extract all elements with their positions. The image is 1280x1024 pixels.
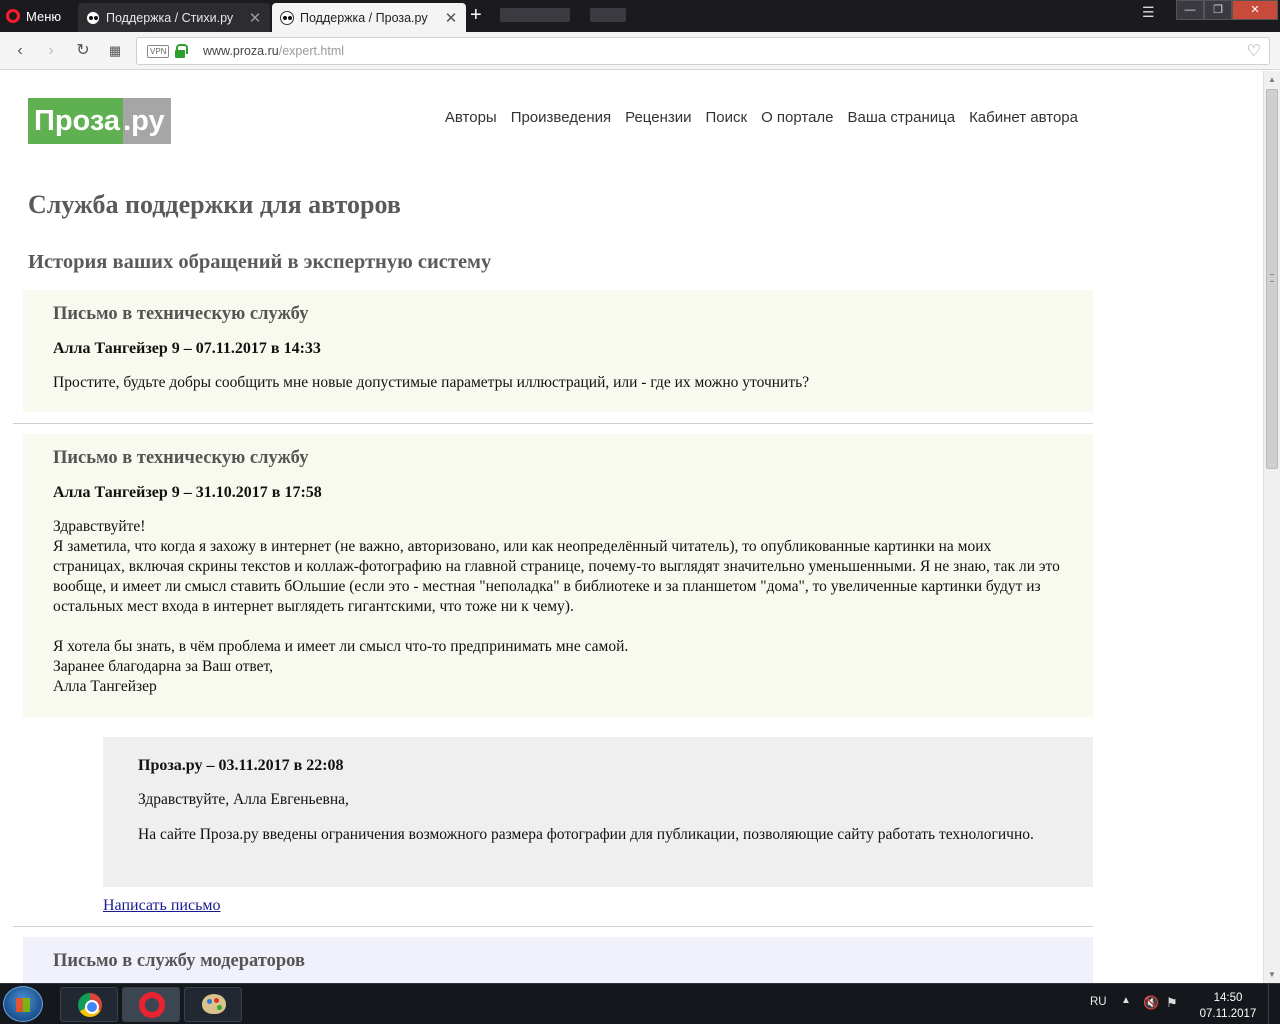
site-favicon-icon (86, 10, 100, 25)
reload-icon[interactable]: ↻ (73, 41, 93, 61)
scroll-down-icon[interactable]: ▼ (1268, 970, 1276, 979)
close-tab-icon[interactable]: ✕ (248, 9, 262, 27)
reply-meta: Проза.ру – 03.11.2017 в 22:08 (138, 757, 344, 774)
letter-text: Простите, будьте добры сообщить мне новы… (53, 374, 810, 391)
start-button-icon[interactable] (3, 986, 43, 1022)
taskbar-chrome[interactable] (60, 987, 118, 1022)
url-path: /expert.html (278, 44, 345, 58)
scroll-grip-icon (1270, 274, 1274, 282)
reply-body: На сайте Проза.ру введены ограничения во… (138, 826, 1034, 843)
tab-stack-icon[interactable]: ☰ (1142, 4, 1155, 21)
letter-card: Письмо в службу модераторов (23, 937, 1093, 983)
opera-icon (139, 992, 165, 1018)
history-subtitle: История ваших обращений в экспертную сис… (28, 251, 492, 273)
nav-reviews[interactable]: Рецензии (625, 109, 691, 126)
clock-date: 07.11.2017 (1199, 1008, 1257, 1020)
opera-logo-icon (6, 9, 20, 23)
divider (13, 423, 1093, 424)
browser-tab-bar: Меню Поддержка / Стихи.ру ✕ Поддержка / … (0, 0, 1280, 32)
tab-proza-support[interactable]: Поддержка / Проза.ру ✕ (272, 3, 466, 32)
action-center-flag-icon[interactable]: ⚑ (1166, 996, 1180, 1010)
blurred-tab-placeholder (590, 8, 626, 22)
letter-card: Письмо в техническую службу Алла Тангейз… (23, 290, 1093, 412)
close-tab-icon[interactable]: ✕ (444, 9, 458, 27)
nav-authors[interactable]: Авторы (445, 109, 497, 126)
divider (13, 926, 1093, 927)
window-close-icon[interactable]: ✕ (1232, 0, 1278, 20)
page-title: Служба поддержки для авторов (28, 190, 401, 219)
bookmark-heart-icon[interactable]: ♡ (1247, 41, 1261, 61)
tray-expand-icon[interactable]: ▲ (1121, 995, 1131, 1006)
url-host: www.proza.ru (203, 44, 279, 58)
letter-meta: Алла Тангейзер 9 – 07.11.2017 в 14:33 (53, 340, 321, 357)
nav-author-cabinet[interactable]: Кабинет автора (969, 109, 1078, 126)
scroll-up-icon[interactable]: ▲ (1268, 75, 1276, 84)
vpn-badge[interactable]: VPN (147, 45, 170, 58)
minimize-icon[interactable]: — (1176, 0, 1204, 20)
letter-meta: Алла Тангейзер 9 – 31.10.2017 в 17:58 (53, 484, 322, 501)
clock-time: 14:50 (1213, 992, 1243, 1004)
nav-works[interactable]: Произведения (511, 109, 611, 126)
forward-icon[interactable]: › (41, 41, 61, 61)
tab-stihi-support[interactable]: Поддержка / Стихи.ру ✕ (78, 3, 270, 32)
nav-search[interactable]: Поиск (705, 109, 747, 126)
blurred-tab-placeholder (500, 8, 570, 22)
address-bar[interactable]: VPN www.proza.ru/expert.html ♡ (136, 37, 1270, 65)
main-nav: Авторы Произведения Рецензии Поиск О пор… (445, 109, 1078, 126)
paint-icon (202, 994, 226, 1014)
lock-icon[interactable] (175, 44, 188, 58)
site-favicon-icon (280, 10, 294, 25)
menu-label: Меню (26, 8, 62, 24)
new-tab-button[interactable]: + (470, 5, 482, 25)
back-icon[interactable]: ‹ (10, 41, 30, 61)
proza-logo[interactable]: Проза. ру (28, 98, 171, 144)
speed-dial-icon[interactable]: ▦ (105, 41, 125, 61)
url-text[interactable]: www.proza.ru/expert.html (203, 44, 344, 58)
letter-text: Здравствуйте! Я заметила, что когда я за… (53, 518, 1060, 695)
browser-toolbar: ‹ › ↻ ▦ VPN www.proza.ru/expert.html ♡ (0, 32, 1280, 70)
logo-part-proza: Проза (28, 98, 124, 144)
nav-about[interactable]: О портале (761, 109, 833, 126)
language-indicator[interactable]: RU (1090, 996, 1107, 1008)
tab-label: Поддержка / Стихи.ру (106, 10, 234, 25)
opera-menu-button[interactable]: Меню (6, 6, 61, 26)
window-controls: — ❐ ✕ (1176, 0, 1278, 20)
logo-dot: . (123, 98, 132, 144)
letter-card: Письмо в техническую службу Алла Тангейз… (23, 434, 1093, 717)
letter-title: Письмо в службу модераторов (53, 951, 305, 971)
volume-muted-icon[interactable]: 🔇 (1143, 996, 1159, 1010)
page-scrollbar[interactable]: ▲ ▼ (1263, 71, 1280, 983)
page-viewport: Проза. ру Авторы Произведения Рецензии По… (0, 71, 1263, 983)
chrome-icon (78, 993, 102, 1017)
letter-title: Письмо в техническую службу (53, 304, 309, 324)
tab-label: Поддержка / Проза.ру (300, 10, 428, 25)
maximize-icon[interactable]: ❐ (1204, 0, 1232, 20)
nav-your-page[interactable]: Ваша страница (848, 109, 956, 126)
scroll-thumb[interactable] (1266, 89, 1278, 469)
logo-part-ru: ру (131, 98, 171, 144)
write-letter-link[interactable]: Написать письмо (103, 897, 221, 915)
letter-title: Письмо в техническую службу (53, 448, 309, 468)
taskbar-opera[interactable] (122, 987, 180, 1022)
show-desktop-button[interactable] (1268, 984, 1280, 1024)
taskbar-paint[interactable] (184, 987, 242, 1022)
system-clock[interactable]: 14:50 07.11.2017 (1198, 990, 1258, 1022)
windows-taskbar: RU ▲ 🔇 ⚑ 14:50 07.11.2017 (0, 983, 1280, 1024)
support-reply-card: Проза.ру – 03.11.2017 в 22:08 Здравствуй… (103, 737, 1093, 887)
reply-greeting: Здравствуйте, Алла Евгеньевна, (138, 791, 349, 808)
